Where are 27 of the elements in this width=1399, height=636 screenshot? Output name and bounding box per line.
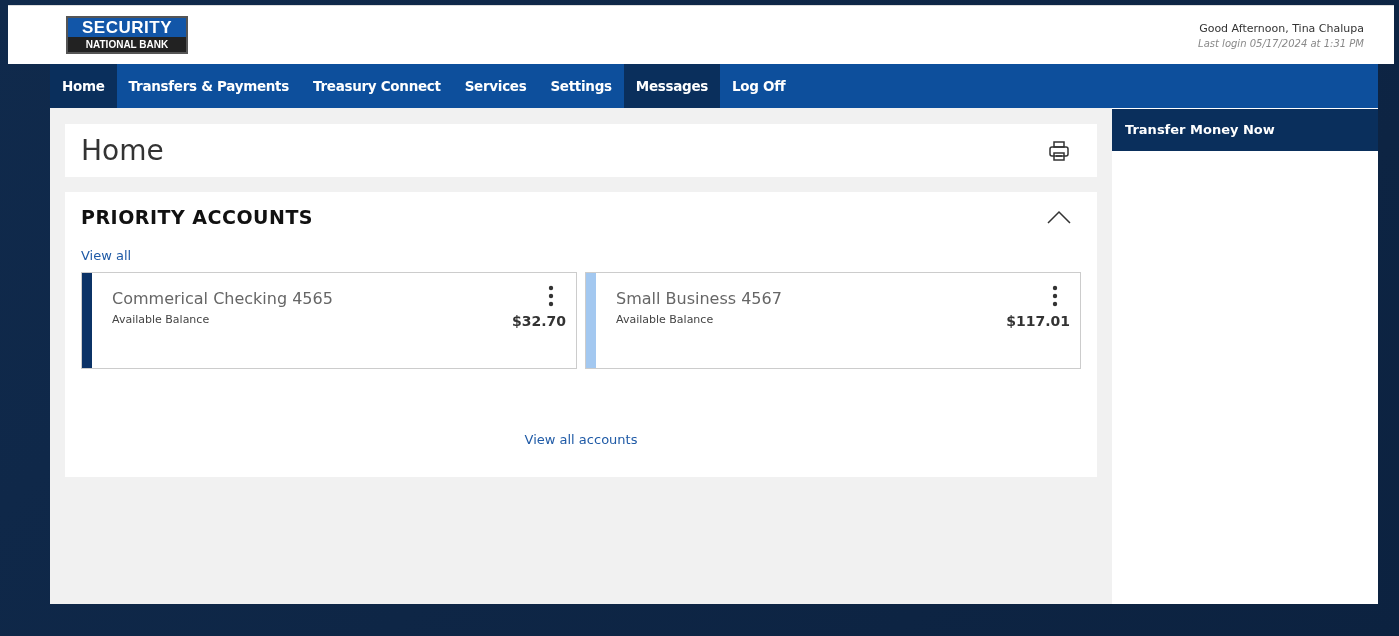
more-options-icon[interactable] bbox=[548, 285, 554, 307]
balance-amount: $117.01 bbox=[1006, 313, 1070, 329]
nav-tab[interactable]: Settings bbox=[538, 64, 624, 108]
balance-label: Available Balance bbox=[616, 313, 715, 326]
last-login: Last login 05/17/2024 at 1:31 PM bbox=[1198, 37, 1364, 49]
nav-tab[interactable]: Services bbox=[452, 64, 539, 108]
balance-amount: $32.70 bbox=[511, 313, 566, 329]
nav-tab[interactable]: Log Off bbox=[720, 64, 798, 108]
view-all-accounts-link[interactable]: View all accounts bbox=[524, 432, 638, 447]
collapse-chevron-icon[interactable] bbox=[1047, 210, 1071, 224]
account-tile[interactable]: Commerical Checking 4565 Available Balance $32.70 bbox=[81, 272, 577, 369]
nav-tab[interactable]: Messages bbox=[623, 64, 720, 108]
more-options-icon[interactable] bbox=[1052, 285, 1058, 307]
greeting: Good Afternoon, Tina Chalupa bbox=[1198, 21, 1364, 35]
view-all-link[interactable]: View all bbox=[81, 248, 132, 263]
account-name: Commerical Checking 4565 bbox=[112, 289, 333, 308]
balance-label: Available Balance bbox=[112, 313, 211, 326]
nav-tab[interactable]: Home bbox=[50, 64, 117, 108]
account-name: Small Business 4567 bbox=[616, 289, 782, 308]
bank-logo[interactable]: SECURITY NATIONAL BANK bbox=[66, 16, 188, 54]
section-title: PRIORITY ACCOUNTS bbox=[81, 206, 314, 228]
print-icon[interactable] bbox=[1047, 138, 1071, 163]
page-title: Home bbox=[81, 134, 164, 167]
nav-tab[interactable]: Treasury Connect bbox=[301, 64, 453, 108]
account-tile[interactable]: Small Business 4567 Available Balance $117.01 bbox=[585, 272, 1081, 369]
sidebar-title: Transfer Money Now bbox=[1112, 109, 1378, 151]
nav-tab[interactable]: Transfers & Payments bbox=[116, 64, 301, 108]
